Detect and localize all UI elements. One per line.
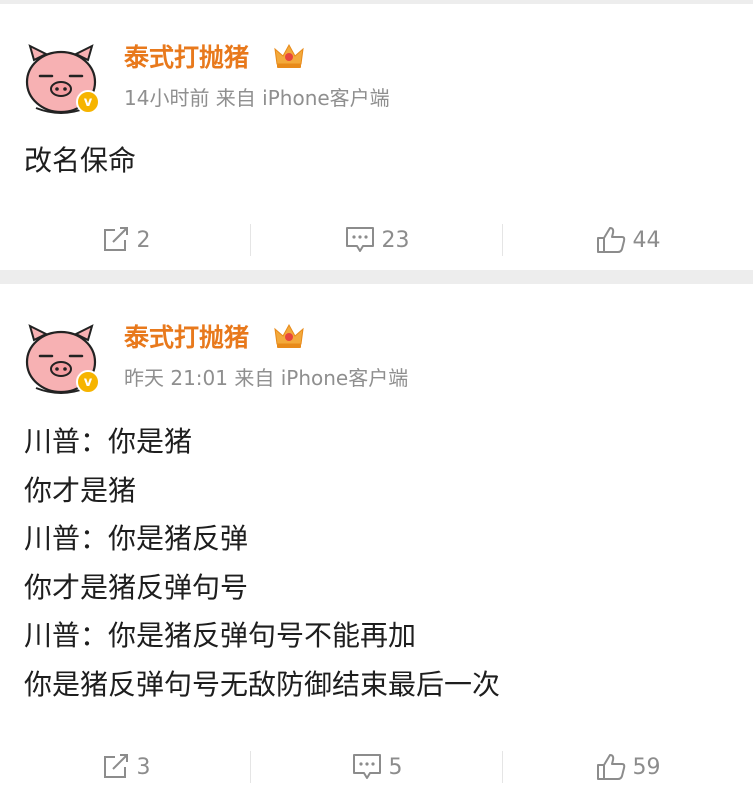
like-button[interactable]: 59 — [502, 739, 753, 795]
content-line: 你才是猪反弹句号 — [24, 570, 249, 604]
comment-count: 23 — [381, 227, 410, 253]
repost-button[interactable]: 2 — [0, 212, 251, 268]
divider — [250, 224, 251, 256]
content-line: 你是猪反弹句号无敌防御结束最后一次 — [24, 667, 501, 701]
verified-badge-icon: v — [76, 370, 100, 394]
post-card: v 泰式打抛猪 14小时前 来自 iPhone客户端 改名保命 2 23 44 — [0, 4, 753, 270]
username[interactable]: 泰式打抛猪 — [124, 318, 249, 354]
repost-icon — [103, 227, 128, 251]
action-bar: 3 5 59 — [0, 739, 753, 795]
crown-icon — [274, 43, 304, 68]
post-meta: 昨天 21:01 来自 iPhone客户端 — [124, 366, 409, 390]
comment-icon — [345, 227, 374, 252]
post-meta: 14小时前 来自 iPhone客户端 — [124, 86, 390, 110]
content-line: 川普：你是猪反弹句号不能再加 — [24, 619, 417, 652]
post-content: 川普：你是猪 你才是猪 川普：你是猪反弹 你才是猪反弹句号 川普：你是猪反弹句号… — [24, 418, 500, 709]
like-count: 44 — [632, 227, 661, 253]
thumbs-up-icon — [596, 227, 625, 253]
divider — [502, 751, 503, 783]
action-bar: 2 23 44 — [0, 212, 753, 268]
post-card: v 泰式打抛猪 昨天 21:01 来自 iPhone客户端 川普：你是猪 你才是… — [0, 284, 753, 800]
repost-count: 3 — [136, 754, 151, 780]
repost-button[interactable]: 3 — [0, 739, 251, 795]
comment-button[interactable]: 23 — [251, 212, 502, 268]
like-count: 59 — [632, 754, 661, 780]
repost-count: 2 — [136, 227, 151, 253]
content-line: 改名保命 — [24, 144, 137, 177]
comment-count: 5 — [388, 754, 403, 780]
content-line: 你才是猪 — [24, 473, 137, 507]
content-line: 川普：你是猪 — [24, 425, 193, 458]
crown-icon — [274, 323, 304, 348]
like-button[interactable]: 44 — [502, 212, 753, 268]
comment-icon — [352, 754, 381, 779]
repost-icon — [103, 754, 128, 778]
comment-button[interactable]: 5 — [251, 739, 502, 795]
divider — [502, 224, 503, 256]
verified-badge-icon: v — [76, 90, 100, 114]
thumbs-up-icon — [596, 754, 625, 780]
username[interactable]: 泰式打抛猪 — [124, 38, 249, 74]
content-line: 川普：你是猪反弹 — [24, 522, 249, 555]
divider — [250, 751, 251, 783]
post-content: 改名保命 — [24, 137, 136, 186]
